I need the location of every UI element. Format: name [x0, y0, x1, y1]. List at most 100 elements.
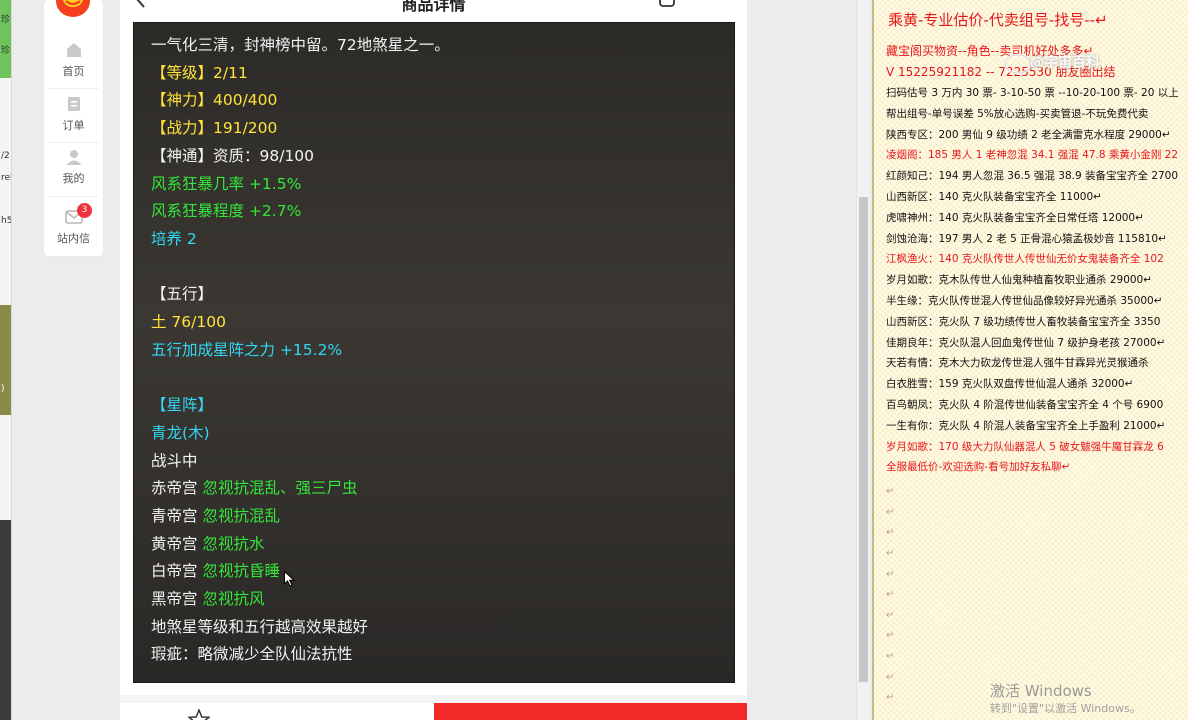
listing-line: 天若有情：克木大力砍龙传世混人强牛甘霖异光灵猴通杀	[886, 357, 1149, 370]
nav-item-mine[interactable]: 我的	[44, 148, 103, 198]
windows-activation-hint: 转到"设置"以激活 Windows。	[990, 702, 1141, 715]
document-title: 乘黄-专业估价-代卖组号-找号--↵	[888, 11, 1108, 29]
description-line: 一气化三清，封神榜中留。72地煞星之一。	[151, 36, 450, 54]
listing-line: 佳期良年：克火队混人回血鬼传世仙 7 级护身老孩 27000↵	[886, 336, 1166, 349]
price-list-document: 乘黄-专业估价-代卖组号-找号--↵ 藏宝阁买物资--角色--卖司机好处多多↵ …	[872, 0, 1188, 720]
detail-content: 一气化三清，封神榜中留。72地煞星之一。 【等级】2/11 【神力】400/400 【…	[120, 22, 747, 695]
description-line: 地煞星等级和五行越高效果越好	[151, 617, 369, 636]
paragraph-mark: ↵	[886, 630, 895, 642]
paragraph-mark: ↵	[886, 671, 895, 683]
description-line: 【神力】400/400	[151, 91, 278, 110]
home-icon	[66, 43, 81, 57]
palace-name: 黑帝宫	[151, 590, 203, 608]
description-line: 【等级】2/11	[151, 63, 248, 82]
scrollbar-thumb[interactable]	[859, 197, 868, 682]
game-item-description-card: 一气化三清，封神榜中留。72地煞星之一。 【等级】2/11 【神力】400/400 【…	[133, 22, 735, 683]
background-window-strip: 珍 珍 /2 rel h5 )	[0, 0, 12, 720]
document-edge	[872, 0, 874, 720]
listing-line: 帮出组号-单号误差 5%放心选购-买卖管退-不玩免费代卖	[886, 107, 1149, 120]
palace-effect: 忽视抗风	[202, 590, 265, 608]
order-icon	[67, 97, 80, 111]
paragraph-mark: ↵	[886, 651, 895, 662]
strip-glyph: rel	[1, 173, 12, 183]
description-line: 【五行】	[151, 285, 214, 304]
listing-line: 一生有你：克火队 4 阶混人装备宝宝齐全上手盈利 21000↵	[886, 419, 1166, 432]
nav-item-label: 订单	[62, 119, 85, 132]
nav-item-label: 我的	[62, 172, 85, 185]
strip-glyph: )	[1, 384, 5, 394]
listing-line: 山西新区：克火队 7 级功绩传世人畜牧装备宝宝齐全 3350	[886, 315, 1161, 328]
listing-line: 陕西专区：200 男仙 9 级功绩 2 老全满雷克水程度 29000↵	[886, 128, 1171, 141]
paragraph-mark: ↵	[886, 568, 895, 580]
user-icon	[66, 150, 81, 165]
page-scrollbar[interactable]	[856, 0, 869, 720]
buy-now-button[interactable]	[434, 703, 747, 720]
description-line: 【星阵】	[151, 396, 214, 415]
paragraph-mark: ↵	[886, 486, 895, 498]
description-line: 培养 2	[151, 229, 197, 248]
share-icon[interactable]	[658, 0, 676, 8]
strip-dark-block	[0, 520, 11, 720]
windows-activation-title: 激活 Windows	[990, 682, 1092, 700]
sidebar-nav: 首页 订单 我的 3 站内信	[44, 0, 103, 256]
description-line: 【神通】资质：98/100	[151, 146, 315, 165]
description-line: 黄帝宫 忽视抗水	[151, 534, 264, 554]
paragraph-mark: ↵	[886, 548, 895, 559]
listing-line: 全服最低价-欢迎选购-看号加好友私聊↵	[886, 461, 1071, 474]
nav-item-label: 首页	[62, 65, 85, 78]
nav-divider	[48, 88, 99, 89]
palace-name: 黄帝宫	[151, 534, 203, 553]
strip-glyph: 珍	[1, 15, 11, 25]
strip-glyph: h5	[1, 216, 12, 226]
listing-line: 江枫渔火：140 克火队传世人传世仙无价女鬼装备齐全 102	[886, 253, 1164, 266]
description-line: 青帝宫 忽视抗混乱	[151, 506, 280, 526]
palace-effect: 忽视抗混乱、强三尸虫	[202, 479, 358, 498]
description-line: 土 76/100	[151, 313, 226, 331]
listing-line: 半生缘：克火队传世混人传世仙品像较好异光通杀 35000↵	[886, 295, 1163, 307]
palace-name: 青帝宫	[151, 506, 203, 525]
page-title: 商品详情	[401, 0, 466, 14]
palace-effect: 忽视抗混乱	[202, 506, 280, 525]
watermark-logo-icon	[1003, 53, 1033, 75]
description-line: 风系狂暴程度 +2.7%	[151, 202, 302, 221]
strip-glyph: 珍	[1, 46, 11, 56]
app-logo-icon[interactable]	[54, 0, 92, 22]
paragraph-mark: ↵	[886, 527, 895, 539]
mouse-cursor-icon	[284, 571, 295, 587]
bottom-action-bar	[120, 703, 747, 720]
paragraph-mark: ↵	[886, 609, 895, 621]
listing-line: 岁月如歌：克木队传世人仙鬼种植畜牧职业通杀 29000↵	[886, 274, 1153, 287]
listing-line: 山西新区：140 克火队装备宝宝齐全 11000↵	[886, 191, 1102, 203]
nav-divider	[48, 196, 99, 197]
nav-item-messages[interactable]: 3 站内信	[44, 203, 103, 258]
listing-line: 岁月如歌：170 级大力队仙器混人 5 破女魃强牛魔甘霖龙 6	[886, 440, 1164, 453]
listing-line: 虎啸神州：140 克火队装备宝宝齐全日常任塔 12000↵	[886, 211, 1144, 224]
description-line: 风系狂暴几率 +1.5%	[151, 174, 302, 193]
palace-effect: 忽视抗昏睡	[202, 562, 280, 581]
description-line: 赤帝宫 忽视抗混乱、强三尸虫	[151, 478, 357, 498]
paragraph-mark: ↵	[886, 506, 895, 518]
listing-line: 凌烟阁：185 男人 1 老神忽混 34.1 强混 47.8 乘黄小金刚 22	[886, 149, 1179, 162]
palace-effect: 忽视抗水	[202, 534, 265, 553]
watermark-text: @宇宙百科	[1030, 55, 1100, 71]
description-line: 瑕疵：略微减少全队仙法抗性	[151, 645, 353, 664]
nav-item-orders[interactable]: 订单	[44, 95, 103, 145]
listing-line: 红颜知己：194 男人忽混 36.5 强混 38.9 装备宝宝齐全 2700	[886, 170, 1179, 183]
description-line: 战斗中	[151, 451, 198, 470]
listing-line: 百鸟朝凤：克火队 4 阶混传世仙装备宝宝齐全 4 个号 6900	[886, 399, 1164, 411]
nav-divider	[48, 142, 99, 143]
favorite-star-icon[interactable]	[188, 709, 210, 720]
description-line: 五行加成星阵之力 +15.2%	[151, 340, 343, 359]
nav-item-home[interactable]: 首页	[44, 41, 103, 91]
unread-count-badge: 3	[77, 203, 92, 218]
palace-name: 白帝宫	[151, 562, 203, 581]
palace-name: 赤帝宫	[151, 479, 203, 498]
listing-line: 剑蚀沧海：197 男人 2 老 5 正骨混心猿孟极妙音 115810↵	[886, 232, 1167, 245]
description-line: 青龙(木)	[151, 423, 210, 442]
description-line: 黑帝宫 忽视抗风	[151, 589, 264, 609]
strip-glyph: /2	[1, 151, 10, 161]
paragraph-mark: ↵	[886, 589, 895, 601]
paragraph-mark: ↵	[886, 692, 895, 704]
description-line: 白帝宫 忽视抗昏睡	[151, 561, 280, 581]
detail-header: 商品详情	[120, 0, 747, 22]
